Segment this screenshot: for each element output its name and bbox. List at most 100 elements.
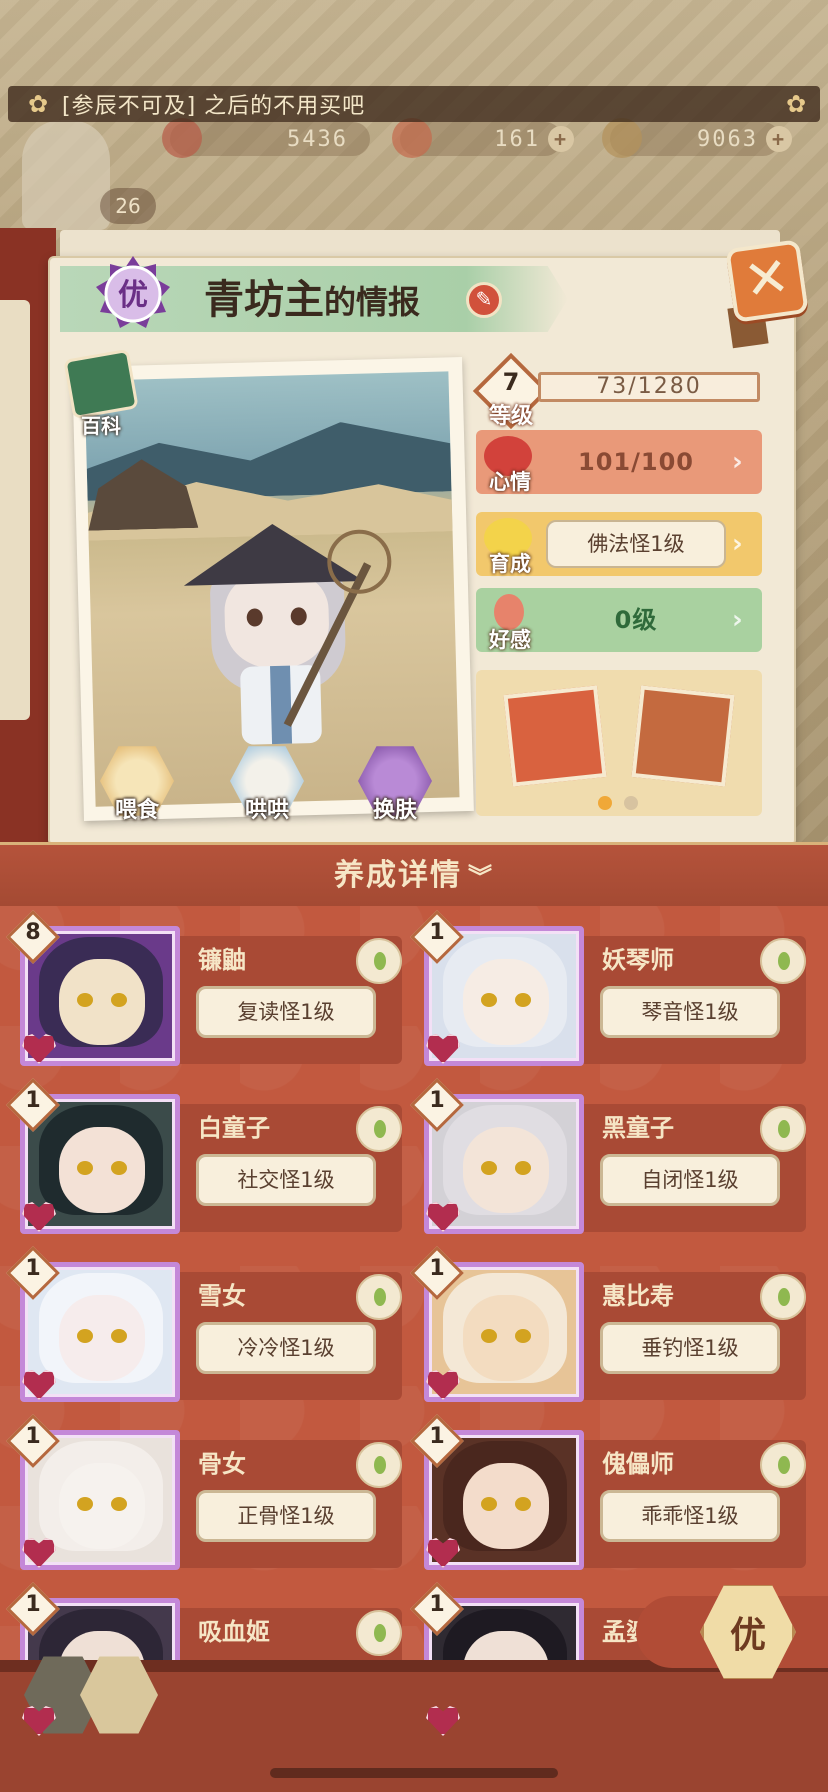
trait-pill: 冷冷怪1级 bbox=[196, 1322, 376, 1374]
leaf-gem-icon[interactable] bbox=[760, 1274, 806, 1320]
character-face bbox=[223, 570, 331, 670]
portrait-eye bbox=[515, 1497, 531, 1511]
mood-label: 心情 bbox=[489, 470, 531, 494]
portrait-eye bbox=[481, 1161, 497, 1175]
shikigami-card[interactable]: 1 傀儡师 乖乖怪1级 bbox=[410, 1414, 806, 1570]
book-icon bbox=[63, 348, 139, 420]
leaf-gem-icon[interactable] bbox=[760, 938, 806, 984]
resource-value: 161 bbox=[494, 126, 540, 152]
portrait-eye bbox=[481, 1497, 497, 1511]
shikigami-card[interactable]: 1 骨女 正骨怪1级 bbox=[6, 1414, 402, 1570]
affinity-row[interactable]: 好感 0级 › bbox=[476, 588, 762, 652]
mood-row[interactable]: 心情 101/100 › bbox=[476, 430, 762, 494]
resource-gold: 9063 + bbox=[602, 118, 792, 158]
portrait-eye bbox=[77, 1161, 93, 1175]
shikigami-level: 1 bbox=[25, 1256, 41, 1281]
mystery-cards bbox=[476, 670, 762, 816]
portrait-face bbox=[59, 959, 145, 1045]
trait-pill: 乖乖怪1级 bbox=[600, 1490, 780, 1542]
level-value: 7 bbox=[502, 368, 520, 396]
page-dot-active bbox=[598, 796, 612, 810]
shikigami-name: 惠比寿 bbox=[602, 1282, 674, 1310]
portrait-eye bbox=[111, 1161, 127, 1175]
encyclopedia-label: 百科 bbox=[81, 414, 121, 438]
shikigami-level: 1 bbox=[429, 1256, 445, 1281]
training-label: 育成 bbox=[489, 552, 531, 576]
page-dot bbox=[624, 796, 638, 810]
shikigami-card[interactable]: 1 惠比寿 垂钓怪1级 bbox=[410, 1246, 806, 1402]
add-gold-button[interactable]: + bbox=[766, 126, 792, 152]
add-magatama-button[interactable]: + bbox=[548, 126, 574, 152]
affinity-value: 0级 bbox=[614, 606, 658, 634]
shikigami-name: 傀儡师 bbox=[602, 1450, 674, 1478]
portrait-eye bbox=[515, 1161, 531, 1175]
rank-badge: 优 bbox=[96, 256, 170, 328]
home-indicator bbox=[270, 1768, 558, 1778]
shikigami-name: 骨女 bbox=[198, 1450, 246, 1478]
shikigami-level: 1 bbox=[429, 1592, 445, 1617]
change-skin-button[interactable]: 换肤 bbox=[354, 744, 436, 826]
title-suffix: 的情报 bbox=[324, 283, 421, 321]
mystery-card[interactable] bbox=[631, 685, 735, 787]
shikigami-card[interactable]: 1 雪女 冷冷怪1级 bbox=[6, 1246, 402, 1402]
leaf-gem-icon[interactable] bbox=[356, 1106, 402, 1152]
portrait-eye bbox=[481, 1329, 497, 1343]
portrait-face bbox=[463, 959, 549, 1045]
player-avatar[interactable] bbox=[22, 120, 110, 230]
character-robe-stripe bbox=[270, 665, 293, 745]
rank-text: 优 bbox=[118, 278, 148, 313]
resource-value: 9063 bbox=[697, 126, 758, 152]
portrait-face bbox=[463, 1463, 549, 1549]
portrait-face bbox=[463, 1295, 549, 1381]
resource-value: 5436 bbox=[287, 126, 348, 152]
shikigami-name: 妖琴师 bbox=[602, 946, 674, 974]
affinity-label: 好感 bbox=[489, 628, 531, 652]
trait-pill: 正骨怪1级 bbox=[196, 1490, 376, 1542]
shikigami-name: 黑童子 bbox=[602, 1114, 674, 1142]
shikigami-card[interactable]: 1 黑童子 自闭怪1级 bbox=[410, 1078, 806, 1234]
portrait-face bbox=[59, 1295, 145, 1381]
chevron-right-icon: › bbox=[732, 447, 743, 477]
portrait-eye bbox=[111, 1497, 127, 1511]
leaf-gem-icon[interactable] bbox=[356, 1610, 402, 1656]
shikigami-level: 1 bbox=[25, 1088, 41, 1113]
resource-flower-coin: 5436 bbox=[162, 118, 370, 158]
flower-icon: ✿ bbox=[785, 90, 807, 118]
shikigami-card[interactable]: 1 妖琴师 琴音怪1级 bbox=[410, 910, 806, 1066]
coax-button[interactable]: 哄哄 bbox=[226, 744, 308, 826]
leaf-gem-icon[interactable] bbox=[760, 1106, 806, 1152]
portrait-eye bbox=[77, 993, 93, 1007]
chevron-right-icon: › bbox=[732, 529, 743, 559]
shikigami-name: 吸血姬 bbox=[198, 1618, 270, 1646]
announcement-text: [参辰不可及] 之后的不用买吧 bbox=[62, 94, 366, 119]
shikigami-card[interactable]: 8 镰鼬 复读怪1级 bbox=[6, 910, 402, 1066]
resource-magatama: 161 + bbox=[392, 118, 574, 158]
flower-coin-icon bbox=[162, 118, 202, 158]
close-button[interactable]: ✕ bbox=[725, 239, 809, 323]
details-header: 养成详情 bbox=[334, 858, 462, 893]
chevron-right-icon: › bbox=[732, 605, 743, 635]
shikigami-card[interactable]: 1 白童子 社交怪1级 bbox=[6, 1078, 402, 1234]
leaf-gem-icon[interactable] bbox=[760, 1442, 806, 1488]
training-value: 佛法怪1级 bbox=[546, 520, 726, 568]
shikigami-level: 1 bbox=[429, 1424, 445, 1449]
shikigami-name: 雪女 bbox=[198, 1282, 246, 1310]
leaf-gem-icon[interactable] bbox=[356, 1442, 402, 1488]
edit-name-button[interactable]: ✎ bbox=[466, 282, 502, 318]
feed-button[interactable]: 喂食 bbox=[96, 744, 178, 826]
details-toggle[interactable]: 养成详情 ︾ bbox=[0, 842, 828, 906]
shikigami-level: 1 bbox=[429, 920, 445, 945]
announcement-bar: ✿ [参辰不可及] 之后的不用买吧 ✿ bbox=[8, 86, 820, 122]
portrait-eye bbox=[77, 1329, 93, 1343]
page-title: 青坊主的情报 bbox=[204, 272, 420, 328]
encyclopedia-button[interactable]: 百科 bbox=[62, 348, 140, 438]
portrait-eye bbox=[481, 993, 497, 1007]
training-row[interactable]: 育成 佛法怪1级 › bbox=[476, 512, 762, 576]
gold-coin-icon bbox=[602, 118, 642, 158]
leaf-gem-icon[interactable] bbox=[356, 1274, 402, 1320]
mystery-card[interactable] bbox=[503, 685, 607, 787]
feed-label: 喂食 bbox=[114, 798, 159, 823]
leaf-gem-icon[interactable] bbox=[356, 938, 402, 984]
trait-pill: 自闭怪1级 bbox=[600, 1154, 780, 1206]
shikigami-name: 镰鼬 bbox=[198, 946, 246, 974]
